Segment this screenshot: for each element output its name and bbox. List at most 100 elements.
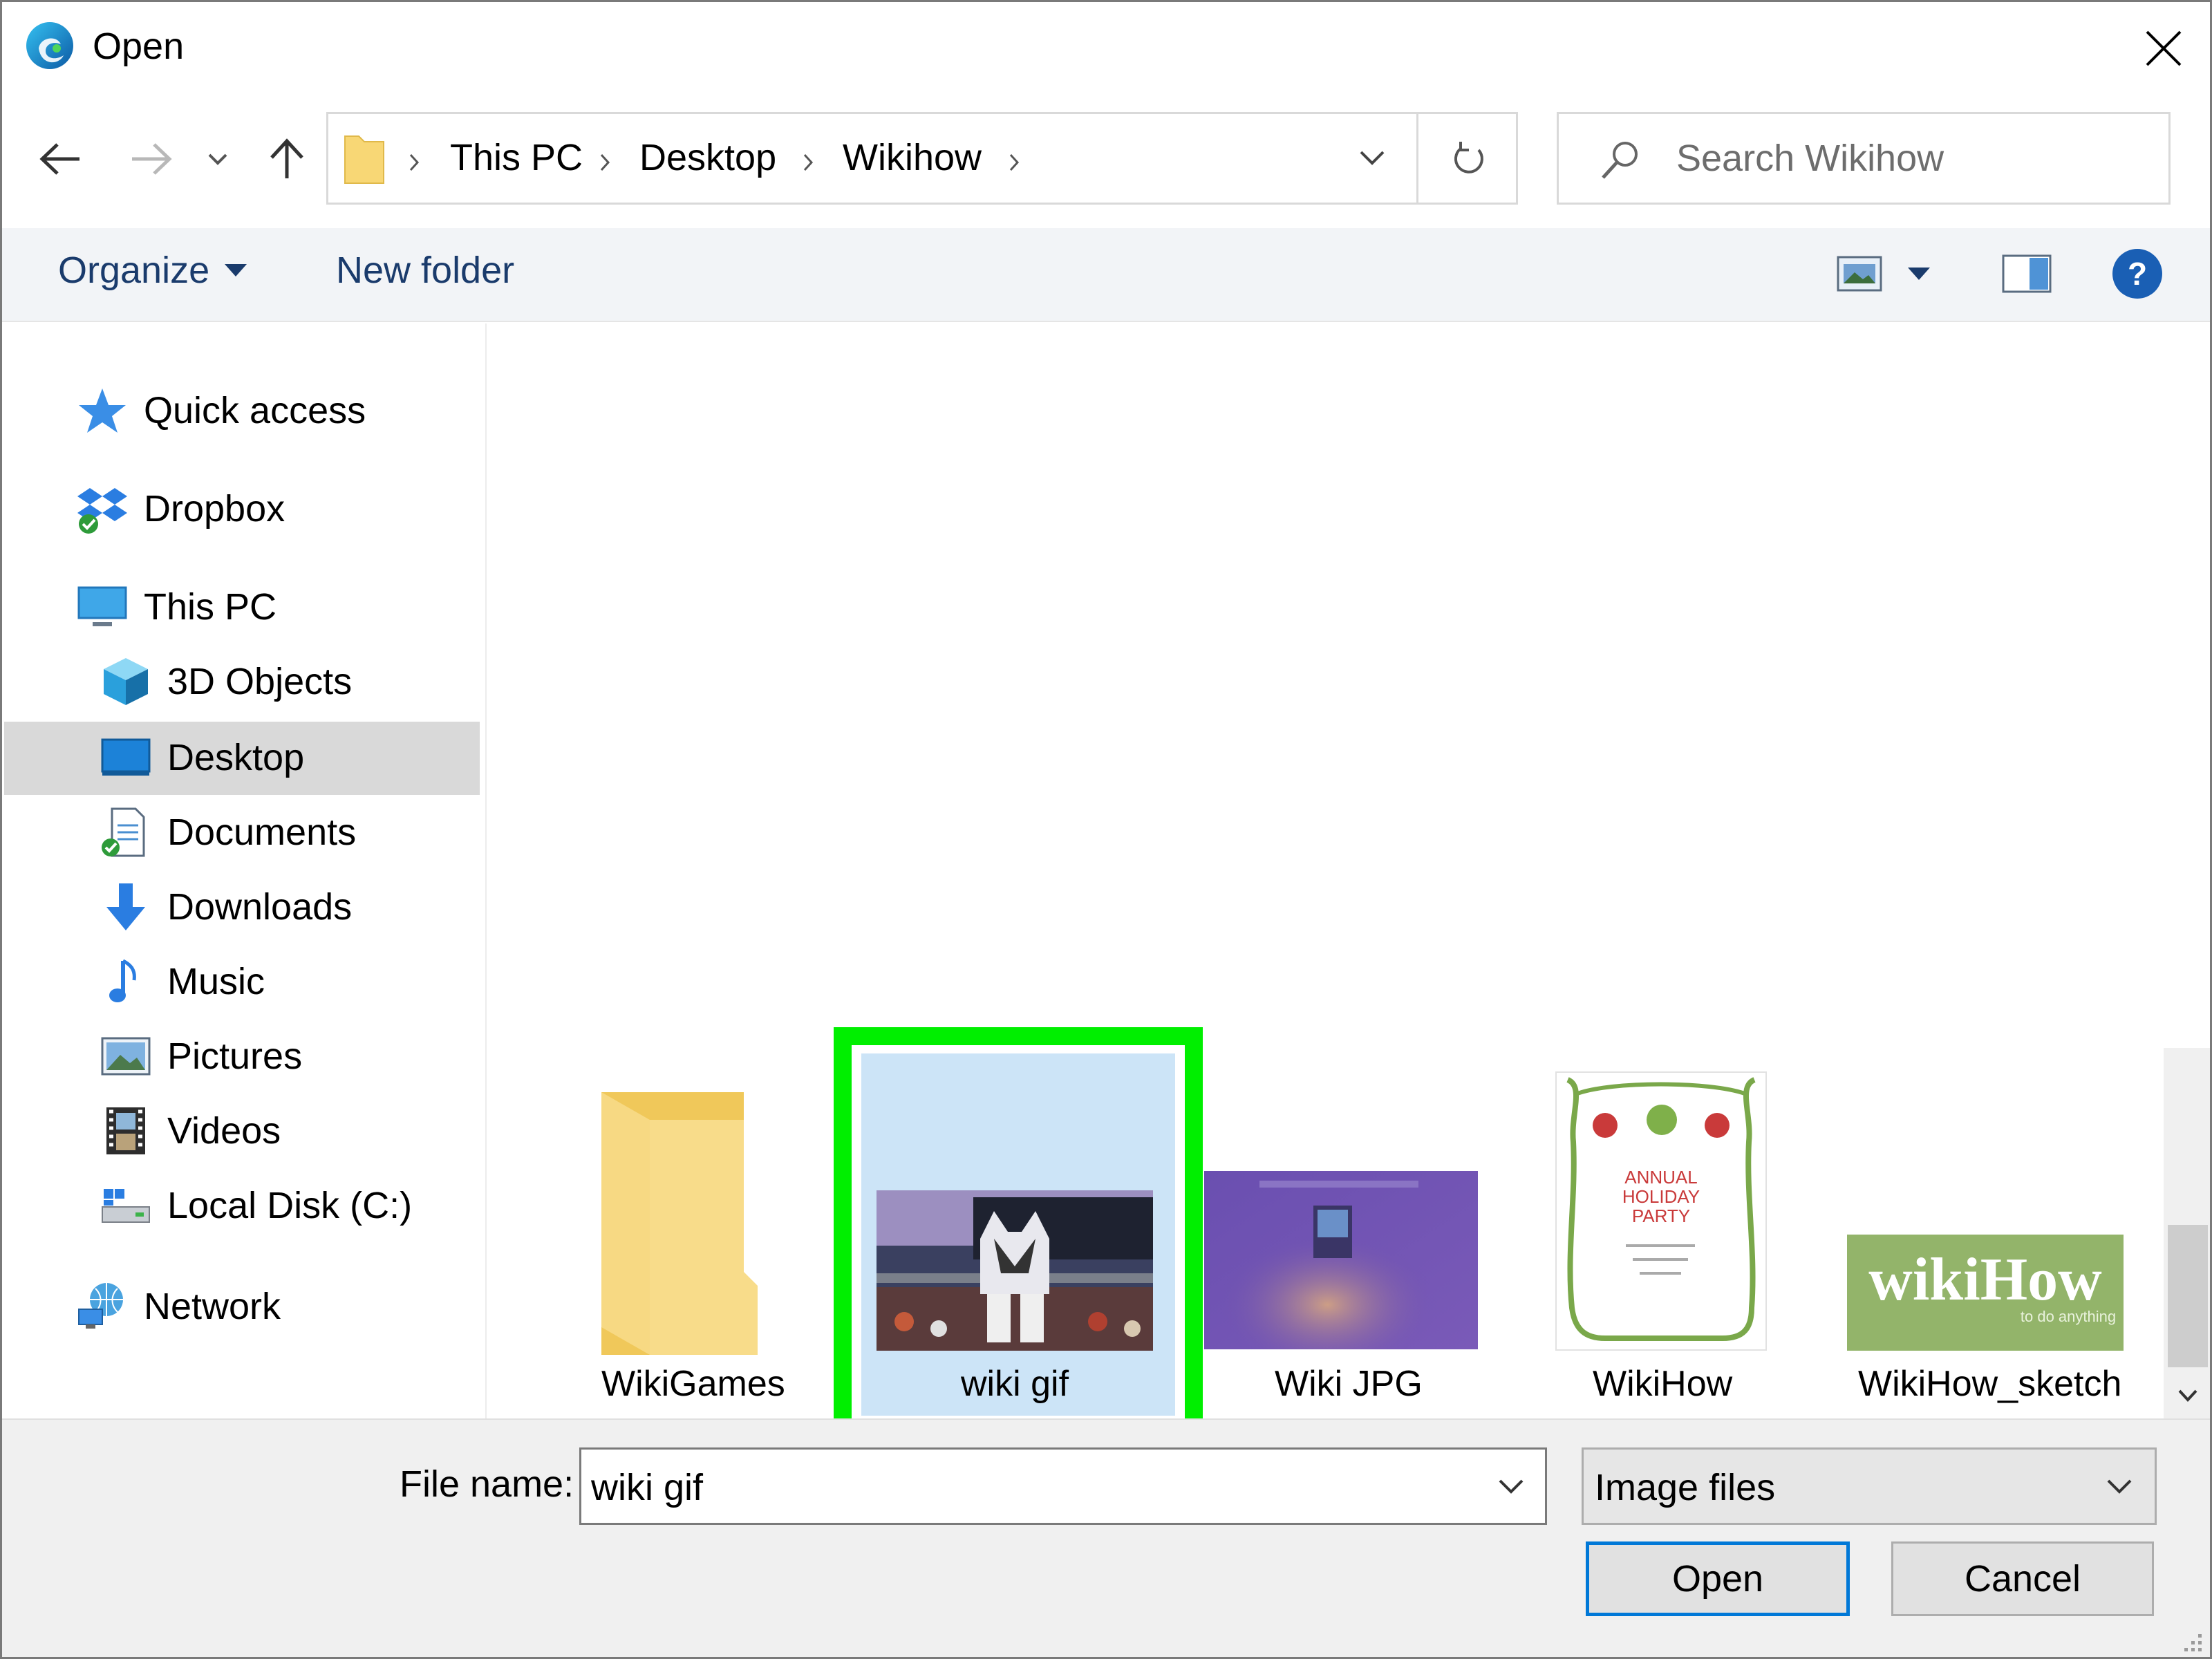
cancel-button[interactable]: Cancel <box>1891 1541 2154 1616</box>
chevron-down-icon <box>2178 1389 2197 1402</box>
file-name-combobox[interactable] <box>579 1447 1547 1525</box>
music-note-icon <box>109 959 136 1002</box>
address-divider <box>1416 114 1418 203</box>
sidebar-item-3d-objects[interactable]: 3D Objects <box>100 646 352 718</box>
up-button[interactable] <box>256 124 318 194</box>
sidebar-item-quick-access[interactable]: Quick access <box>76 375 366 447</box>
breadcrumb-separator-icon[interactable] <box>400 142 428 183</box>
sidebar-item-pictures[interactable]: Pictures <box>100 1020 302 1092</box>
refresh-icon <box>1454 142 1483 174</box>
dropdown-triangle-icon <box>225 264 247 276</box>
file-item-wikihow-sketch[interactable]: wikiHow to do anything <box>1847 1235 2124 1351</box>
breadcrumb-separator-icon[interactable] <box>1000 142 1028 183</box>
new-folder-label: New folder <box>336 250 515 291</box>
download-arrow-icon <box>106 883 145 930</box>
file-type-dropdown-button[interactable] <box>2088 1452 2150 1521</box>
documents-icon <box>102 807 145 857</box>
change-view-button[interactable] <box>1832 246 1887 301</box>
file-name-input[interactable] <box>591 1459 1462 1516</box>
file-label[interactable]: WikiGames <box>601 1363 785 1405</box>
search-input[interactable] <box>1676 131 2153 186</box>
edge-icon <box>26 22 73 69</box>
view-thumbnail-icon <box>1837 256 1882 292</box>
breadcrumb-separator-icon[interactable] <box>591 142 619 183</box>
holiday-party-thumbnail-image: ANNUAL HOLIDAY PARTY <box>1557 1073 1765 1349</box>
sidebar-item-network[interactable]: Network <box>76 1271 281 1342</box>
file-item-wiki-jpg[interactable] <box>1204 1171 1478 1349</box>
dropdown-triangle-icon <box>1908 268 1930 280</box>
party-text-line-2: HOLIDAY <box>1622 1186 1700 1207</box>
new-folder-button[interactable]: New folder <box>336 249 514 292</box>
chevron-down-icon <box>1360 151 1385 165</box>
logo-main-text: wikiHow <box>1868 1246 2102 1313</box>
purple-screenshot-thumbnail-image <box>1204 1171 1478 1349</box>
file-item-wikihow[interactable]: ANNUAL HOLIDAY PARTY <box>1555 1071 1767 1351</box>
sidebar-item-music[interactable]: Music <box>100 946 265 1018</box>
dropbox-icon <box>77 488 127 534</box>
sidebar-item-videos[interactable]: Videos <box>100 1095 281 1167</box>
scroll-down-button[interactable] <box>2164 1373 2212 1418</box>
folder-icon <box>601 1092 758 1355</box>
sidebar-item-local-disk[interactable]: Local Disk (C:) <box>100 1170 412 1241</box>
close-icon <box>2146 30 2182 66</box>
open-button[interactable]: Open <box>1586 1541 1850 1616</box>
drive-icon <box>102 1189 150 1223</box>
breadcrumb-wikihow[interactable]: Wikihow <box>843 136 982 179</box>
chevron-down-icon <box>208 153 227 165</box>
chevron-down-icon <box>2107 1479 2132 1494</box>
help-button[interactable]: ? <box>2110 246 2165 301</box>
file-name-dropdown-button[interactable] <box>1480 1452 1542 1521</box>
party-text-line-1: ANNUAL <box>1624 1167 1697 1188</box>
address-dropdown-button[interactable] <box>1338 114 1407 203</box>
title-bar: Open <box>0 0 2212 97</box>
file-type-select[interactable]: Image files <box>1582 1447 2157 1525</box>
sidebar-item-dropbox[interactable]: Dropbox <box>76 473 285 545</box>
sidebar-item-this-pc[interactable]: This PC <box>76 571 276 643</box>
file-label[interactable]: WikiHow_sketch <box>1858 1363 2121 1405</box>
film-icon <box>106 1107 145 1154</box>
refresh-button[interactable] <box>1421 114 1517 203</box>
organize-button[interactable]: Organize <box>58 249 248 292</box>
party-text-line-3: PARTY <box>1632 1206 1690 1226</box>
bottom-bar: File name: Image files Open Cancel <box>0 1418 2212 1659</box>
file-name-label: File name: <box>400 1463 574 1505</box>
chevron-down-icon <box>1499 1479 1524 1494</box>
file-label[interactable]: Wiki JPG <box>1275 1363 1423 1405</box>
scrollbar-thumb[interactable] <box>2168 1225 2208 1367</box>
vertical-scrollbar[interactable] <box>2164 1048 2212 1418</box>
network-icon <box>78 1283 123 1329</box>
file-item-wikigames[interactable] <box>594 1092 760 1355</box>
address-bar[interactable]: This PC Desktop Wikihow <box>326 112 1518 205</box>
computer-icon <box>77 586 127 626</box>
wikihow-logo-thumbnail-image: wikiHow to do anything <box>1847 1235 2124 1351</box>
sidebar-item-desktop[interactable]: Desktop <box>100 722 304 794</box>
view-options-dropdown[interactable] <box>1898 246 1940 301</box>
window-title: Open <box>93 26 185 67</box>
cube-icon <box>104 658 148 705</box>
preview-pane-icon <box>2002 254 2052 293</box>
organize-label: Organize <box>58 250 210 291</box>
close-button[interactable] <box>2129 14 2198 83</box>
forward-button[interactable] <box>120 124 182 194</box>
sidebar-item-documents[interactable]: Documents <box>100 796 356 868</box>
desktop-icon <box>101 738 151 776</box>
breadcrumb-separator-icon[interactable] <box>794 142 822 183</box>
back-button[interactable] <box>29 124 91 194</box>
logo-sub-text: to do anything <box>2021 1308 2116 1325</box>
command-toolbar: Organize New folder ? <box>0 228 2212 322</box>
breadcrumb-desktop[interactable]: Desktop <box>639 136 776 179</box>
back-arrow-icon <box>39 143 79 175</box>
pictures-icon <box>101 1037 151 1076</box>
resize-grip-icon[interactable] <box>2177 1627 2205 1655</box>
recent-locations-button[interactable] <box>194 124 242 194</box>
star-icon <box>79 388 126 433</box>
svg-text:?: ? <box>2128 256 2147 292</box>
help-icon: ? <box>2112 249 2162 299</box>
search-box[interactable] <box>1557 112 2171 205</box>
breadcrumb-this-pc[interactable]: This PC <box>450 136 583 179</box>
up-arrow-icon <box>270 138 303 178</box>
file-label[interactable]: WikiHow <box>1593 1363 1732 1405</box>
folder-icon <box>344 135 384 184</box>
preview-pane-button[interactable] <box>1999 246 2054 301</box>
sidebar-item-downloads[interactable]: Downloads <box>100 871 352 943</box>
